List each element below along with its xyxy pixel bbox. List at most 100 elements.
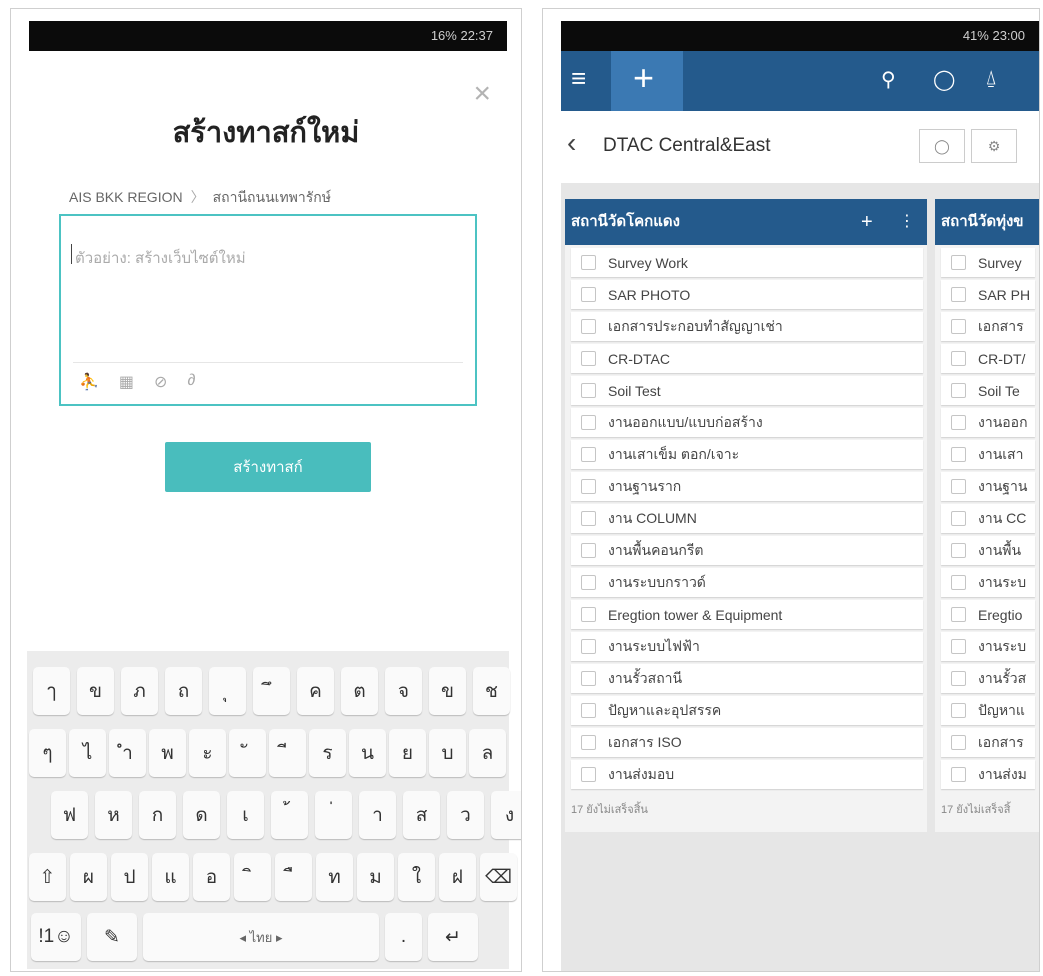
task-item[interactable]: Eregtio (941, 600, 1035, 629)
task-item[interactable]: งานฐาน (941, 472, 1035, 501)
task-checkbox[interactable] (581, 639, 596, 654)
search-icon[interactable]: ⚲ (881, 67, 896, 92)
task-item[interactable]: ปัญหาแ (941, 696, 1035, 725)
task-item[interactable]: ปัญหาและอุปสรรค (571, 696, 923, 725)
task-checkbox[interactable] (581, 607, 596, 622)
task-checkbox[interactable] (951, 255, 966, 270)
key[interactable]: ั (229, 729, 266, 777)
task-name-input[interactable]: ตัวอย่าง: สร้างเว็บไซต์ใหม่ ⛹ ▦ ⊘ ∂ (59, 214, 477, 406)
task-item[interactable]: CR-DT/ (941, 344, 1035, 373)
shift-key[interactable]: ⇧ (29, 853, 66, 901)
task-checkbox[interactable] (951, 735, 966, 750)
task-checkbox[interactable] (951, 383, 966, 398)
key[interactable]: ฟ (51, 791, 88, 839)
key[interactable]: ิ (234, 853, 271, 901)
key[interactable]: ค (297, 667, 334, 715)
link-icon[interactable]: ∂ (187, 372, 195, 392)
task-item[interactable]: CR-DTAC (571, 344, 923, 373)
more-icon[interactable]: ⋮ (899, 199, 915, 245)
task-checkbox[interactable] (951, 767, 966, 782)
key[interactable]: ผ (70, 853, 107, 901)
person-icon[interactable]: ⛹ (79, 372, 99, 392)
task-item[interactable]: งานส่งมอบ (571, 760, 923, 789)
key[interactable]: ื (275, 853, 312, 901)
bell-icon[interactable]: ⍙ (985, 67, 997, 90)
calendar-icon[interactable]: ▦ (119, 372, 134, 392)
task-item[interactable]: งาน CC (941, 504, 1035, 533)
key[interactable]: ึ (253, 667, 290, 715)
task-checkbox[interactable] (951, 479, 966, 494)
task-checkbox[interactable] (581, 735, 596, 750)
task-checkbox[interactable] (581, 255, 596, 270)
task-item[interactable]: Eregtion tower & Equipment (571, 600, 923, 629)
task-checkbox[interactable] (951, 607, 966, 622)
back-icon[interactable]: ‹ (567, 127, 576, 159)
task-item[interactable]: งานระบบไฟฟ้า (571, 632, 923, 661)
tag-icon[interactable]: ⊘ (154, 372, 167, 392)
task-checkbox[interactable] (581, 543, 596, 558)
key[interactable]: จ (385, 667, 422, 715)
enter-key[interactable]: ↵ (428, 913, 478, 961)
task-checkbox[interactable] (951, 415, 966, 430)
task-item[interactable]: งานรั้วสถานี (571, 664, 923, 693)
task-checkbox[interactable] (951, 639, 966, 654)
period-key[interactable]: . (385, 913, 422, 961)
task-checkbox[interactable] (951, 447, 966, 462)
key[interactable]: บ (429, 729, 466, 777)
task-checkbox[interactable] (581, 703, 596, 718)
task-item[interactable]: งานระบ (941, 632, 1035, 661)
task-checkbox[interactable] (581, 415, 596, 430)
task-checkbox[interactable] (581, 575, 596, 590)
task-item[interactable]: งานพื้นคอนกรีต (571, 536, 923, 565)
task-checkbox[interactable] (581, 479, 596, 494)
project-chat-button[interactable]: ◯ (919, 129, 965, 163)
key[interactable]: ี (269, 729, 306, 777)
task-checkbox[interactable] (581, 511, 596, 526)
task-checkbox[interactable] (581, 351, 596, 366)
task-item[interactable]: งานระบ (941, 568, 1035, 597)
key[interactable]: ่ (315, 791, 352, 839)
key[interactable]: ุ (209, 667, 246, 715)
breadcrumb-workspace[interactable]: AIS BKK REGION (69, 189, 183, 205)
key[interactable]: ร (309, 729, 346, 777)
key[interactable]: ย (389, 729, 426, 777)
task-item[interactable]: เอกสาร ISO (571, 728, 923, 757)
task-item[interactable]: งานเสาเข็ม ตอก/เจาะ (571, 440, 923, 469)
backspace-key[interactable]: ⌫ (480, 853, 517, 901)
key[interactable]: ง (491, 791, 521, 839)
key[interactable]: ข (429, 667, 466, 715)
key[interactable]: ไ (69, 729, 106, 777)
key[interactable]: ท (316, 853, 353, 901)
task-checkbox[interactable] (951, 575, 966, 590)
task-item[interactable]: เอกสาร (941, 728, 1035, 757)
key[interactable]: ช (473, 667, 510, 715)
key[interactable]: ส (403, 791, 440, 839)
key[interactable]: า (359, 791, 396, 839)
task-checkbox[interactable] (951, 511, 966, 526)
task-item[interactable]: Survey (941, 248, 1035, 277)
task-item[interactable]: งาน COLUMN (571, 504, 923, 533)
task-item[interactable]: Soil Test (571, 376, 923, 405)
space-key[interactable]: ◂ ไทย ▸ (143, 913, 379, 961)
key[interactable]: ะ (189, 729, 226, 777)
key[interactable]: น (349, 729, 386, 777)
task-checkbox[interactable] (581, 383, 596, 398)
task-checkbox[interactable] (951, 319, 966, 334)
key[interactable]: ๆ (29, 729, 66, 777)
add-button[interactable]: + (611, 51, 683, 111)
key[interactable]: ๅ (33, 667, 70, 715)
task-item[interactable]: งานออกแบบ/แบบก่อสร้าง (571, 408, 923, 437)
key[interactable]: ด (183, 791, 220, 839)
key[interactable]: ใ (398, 853, 435, 901)
task-checkbox[interactable] (581, 447, 596, 462)
task-item[interactable]: งานระบบกราวด์ (571, 568, 923, 597)
task-item[interactable]: งานออก (941, 408, 1035, 437)
task-item[interactable]: SAR PHOTO (571, 280, 923, 309)
task-item[interactable]: งานพื้น (941, 536, 1035, 565)
key[interactable]: ถ (165, 667, 202, 715)
task-item[interactable]: งานรั้วส (941, 664, 1035, 693)
key[interactable]: ม (357, 853, 394, 901)
handwriting-key[interactable]: ✎ (87, 913, 137, 961)
task-item[interactable]: SAR PH (941, 280, 1035, 309)
breadcrumb-project[interactable]: สถานีถนนเทพารักษ์ (213, 189, 331, 205)
